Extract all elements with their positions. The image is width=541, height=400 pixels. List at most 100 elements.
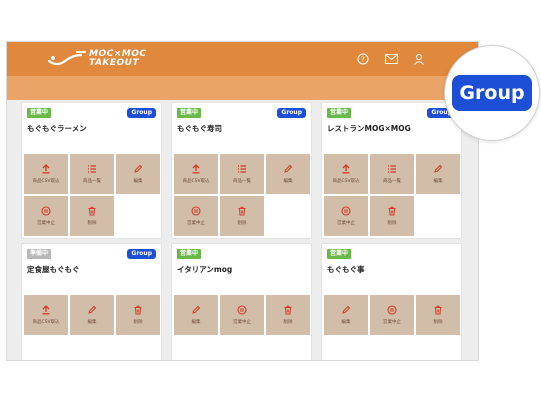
list-icon [237,164,247,174]
store-card: 営業中 Group もぐもぐラーメン商品CSV取込 商品一覧 編集営業中止 削除 [21,102,162,239]
pencil-icon [133,164,143,174]
action-label: 編集 [433,179,443,184]
list-icon [387,164,397,174]
upload-icon [341,164,351,174]
pencil-action-button[interactable]: 編集 [324,295,368,335]
pause-icon [341,206,351,216]
status-badge: 営業中 [327,249,352,259]
group-button-zoomed[interactable]: Group [452,75,532,111]
store-name: イタリアンmog [177,265,233,274]
action-label: 編集 [133,179,143,184]
pause-icon [387,305,397,315]
action-label: 編集 [283,179,293,184]
mocmoc-logo[interactable]: MOC×MOC TAKEOUT [47,46,146,72]
upload-action-button[interactable]: 商品CSV取込 [324,154,368,194]
pause-action-button[interactable]: 営業中止 [220,295,264,335]
pause-icon [41,206,51,216]
pencil-icon [433,164,443,174]
upload-icon [41,305,51,315]
pencil-action-button[interactable]: 編集 [174,295,218,335]
action-label: 商品CSV取込 [332,179,360,184]
status-badge: 営業中 [327,108,352,118]
action-label: 営業中止 [233,320,251,325]
group-button[interactable]: Group [127,249,156,259]
trash-icon [237,206,247,216]
pencil-action-button[interactable]: 編集 [70,295,114,335]
pencil-icon [191,305,201,315]
pause-action-button[interactable]: 営業中止 [324,196,368,236]
action-label: 商品CSV取込 [32,179,60,184]
action-label: 商品CSV取込 [32,320,60,325]
pause-action-button[interactable]: 営業中止 [174,196,218,236]
upload-action-button[interactable]: 商品CSV取込 [24,154,68,194]
pause-icon [191,206,201,216]
group-button[interactable]: Group [277,108,306,118]
trash-icon [387,206,397,216]
upload-icon [191,164,201,174]
trash-action-button[interactable]: 削除 [370,196,414,236]
pause-action-button[interactable]: 営業中止 [24,196,68,236]
action-grid: 商品CSV取込 商品一覧 編集営業中止 削除 [174,154,311,236]
pause-action-button[interactable]: 営業中止 [370,295,414,335]
sub-header-bar [7,76,478,100]
logo-line2: TAKEOUT [89,58,140,68]
trash-action-button[interactable]: 削除 [70,196,114,236]
store-card: 営業中 Group もぐもぐ寿司 商品CSV取込 商品一覧 編集 営業中止 削除 [171,102,312,239]
trash-icon [133,305,143,315]
zoom-callout: Group [444,45,540,141]
action-grid: 商品CSV取込 編集 削除 [24,295,161,335]
trash-icon [87,206,97,216]
mail-icon[interactable] [384,52,398,66]
action-label: 削除 [237,221,247,226]
store-name: もぐもぐ事 [327,265,365,274]
list-icon [87,164,97,174]
top-header: MOC×MOC TAKEOUT ? [7,42,478,76]
upload-action-button[interactable]: 商品CSV取込 [24,295,68,335]
action-label: 編集 [87,320,97,325]
trash-icon [283,305,293,315]
action-label: 編集 [341,320,351,325]
help-icon[interactable]: ? [356,52,370,66]
trash-action-button[interactable]: 削除 [116,295,160,335]
action-grid: 編集 営業中止 削除 [324,295,461,335]
store-name: もぐもぐラーメン [27,124,87,133]
trash-action-button[interactable]: 削除 [220,196,264,236]
action-grid: 商品CSV取込 商品一覧 編集営業中止 削除 [24,154,161,236]
status-badge: 営業中 [27,108,52,118]
pencil-action-button[interactable]: 編集 [266,154,310,194]
upload-action-button[interactable]: 商品CSV取込 [174,154,218,194]
action-label: 削除 [387,221,397,226]
list-action-button[interactable]: 商品一覧 [70,154,114,194]
app-window: MOC×MOC TAKEOUT ? 営業中 Group もぐもぐラーメン商品CSV取… [6,41,479,361]
action-grid: 編集 営業中止 削除 [174,295,311,335]
pencil-action-button[interactable]: 編集 [116,154,160,194]
action-label: 削除 [433,320,443,325]
store-card: 営業中もぐもぐ事編集 営業中止 削除 [321,243,462,360]
action-label: 商品一覧 [383,179,401,184]
trash-action-button[interactable]: 削除 [416,295,460,335]
list-action-button[interactable]: 商品一覧 [370,154,414,194]
list-action-button[interactable]: 商品一覧 [220,154,264,194]
store-name: レストランMOG×MOG [327,124,411,133]
pencil-icon [283,164,293,174]
store-name: もぐもぐ寿司 [177,124,222,133]
pencil-action-button[interactable]: 編集 [416,154,460,194]
svg-text:?: ? [361,56,365,64]
group-button[interactable]: Group [127,108,156,118]
pause-icon [237,305,247,315]
action-label: 営業中止 [337,221,355,226]
action-label: 営業中止 [383,320,401,325]
action-grid: 商品CSV取込 商品一覧 編集営業中止 削除 [324,154,461,236]
user-icon[interactable] [412,52,426,66]
status-badge: 営業中 [177,249,202,259]
action-label: 営業中止 [37,221,55,226]
pencil-icon [341,305,351,315]
store-card: 営業中イタリアンmog 編集 営業中止 削除 [171,243,312,360]
trash-action-button[interactable]: 削除 [266,295,310,335]
status-badge: 準備中 [27,249,52,259]
action-label: 商品CSV取込 [182,179,210,184]
chopsticks-logo-icon [47,51,86,66]
upload-icon [41,164,51,174]
action-label: 商品一覧 [233,179,251,184]
store-card: 営業中 Group レストランMOG×MOG 商品CSV取込 商品一覧 編集 営業中止 削除 [321,102,462,239]
